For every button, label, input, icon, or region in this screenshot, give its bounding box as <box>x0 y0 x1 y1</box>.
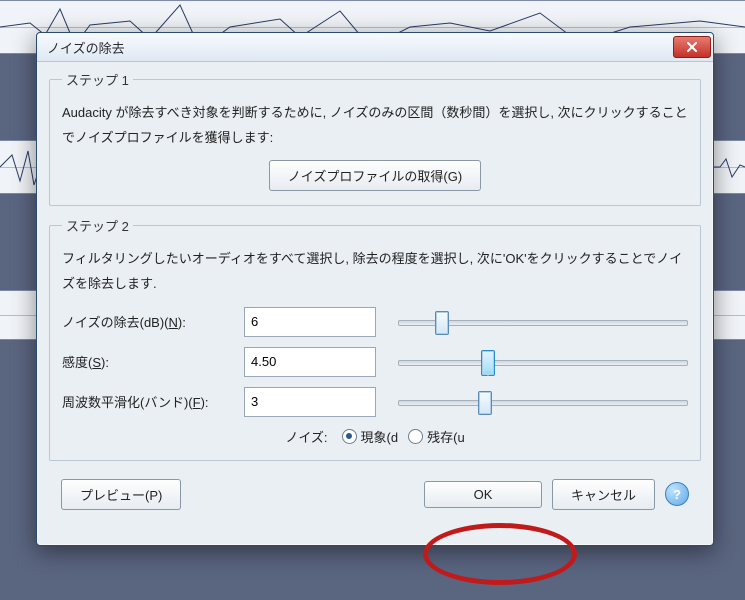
smoothing-slider[interactable] <box>398 389 688 415</box>
close-icon <box>686 42 698 52</box>
noise-mode-row: ノイズ: 現象(d 残存(u <box>62 427 688 446</box>
radio-icon <box>408 429 423 444</box>
noise-mode-label: ノイズ: <box>285 427 327 446</box>
step2-description: フィルタリングしたいオーディオをすべて選択し, 除去の程度を選択し, 次に'OK… <box>62 247 688 296</box>
close-button[interactable] <box>673 36 711 58</box>
noise-reduction-label: ノイズの除去(dB)(N): <box>62 312 244 331</box>
dialog-footer: プレビュー(P) OK キャンセル ? <box>49 471 701 510</box>
radio-remove[interactable]: 現象(d <box>342 427 399 446</box>
step2-group: ステップ 2 フィルタリングしたいオーディオをすべて選択し, 除去の程度を選択し… <box>49 216 701 460</box>
help-button[interactable]: ? <box>665 482 689 506</box>
noise-removal-dialog: ノイズの除去 ステップ 1 Audacity が除去すべき対象を判断するために,… <box>36 32 714 546</box>
sensitivity-slider[interactable] <box>398 349 688 375</box>
ok-button[interactable]: OK <box>424 481 542 508</box>
preview-button[interactable]: プレビュー(P) <box>61 479 181 510</box>
noise-reduction-slider[interactable] <box>398 309 688 335</box>
step2-legend: ステップ 2 <box>62 216 133 235</box>
sensitivity-label: 感度(S): <box>62 352 244 371</box>
noise-reduction-input[interactable] <box>244 307 376 337</box>
smoothing-label: 周波数平滑化(バンド)(F): <box>62 392 244 411</box>
step1-description: Audacity が除去すべき対象を判断するために, ノイズのみの区間（数秒間）… <box>62 101 688 150</box>
sensitivity-input[interactable] <box>244 347 376 377</box>
cancel-button[interactable]: キャンセル <box>552 479 655 510</box>
sensitivity-row: 感度(S): <box>62 347 688 377</box>
radio-icon <box>342 429 357 444</box>
step1-legend: ステップ 1 <box>62 70 133 89</box>
smoothing-row: 周波数平滑化(バンド)(F): <box>62 387 688 417</box>
noise-reduction-row: ノイズの除去(dB)(N): <box>62 307 688 337</box>
smoothing-input[interactable] <box>244 387 376 417</box>
get-noise-profile-button[interactable]: ノイズプロファイルの取得(G) <box>269 160 481 191</box>
radio-residue[interactable]: 残存(u <box>408 427 465 446</box>
step1-group: ステップ 1 Audacity が除去すべき対象を判断するために, ノイズのみの… <box>49 70 701 206</box>
dialog-title: ノイズの除去 <box>47 38 673 57</box>
dialog-titlebar[interactable]: ノイズの除去 <box>37 33 713 62</box>
